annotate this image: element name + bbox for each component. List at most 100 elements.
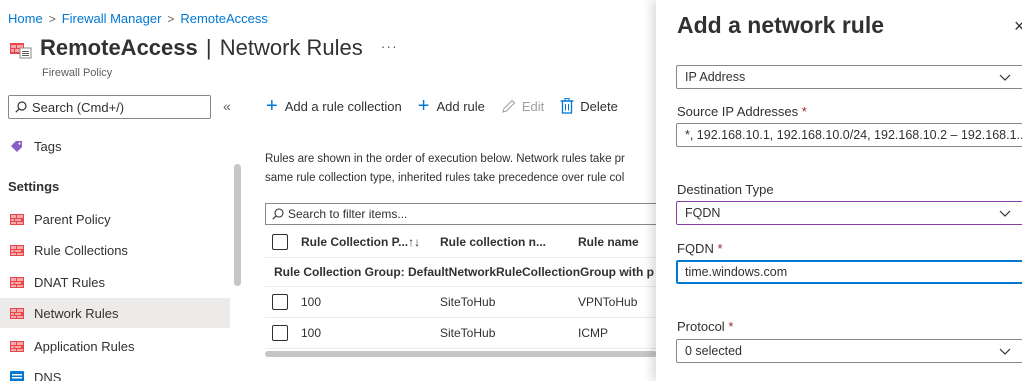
sidebar-item-label: Rule Collections [34, 242, 128, 258]
firewall-icon [10, 213, 24, 225]
plus-icon: + [417, 95, 430, 117]
column-header-priority[interactable]: Rule Collection P...↑↓ [301, 235, 420, 249]
info-line: same rule collection type, inherited rul… [265, 172, 625, 184]
table-header-row: Rule Collection P...↑↓ Rule collection n… [265, 227, 665, 258]
filter-input[interactable]: Search to filter items... [265, 203, 665, 225]
firewall-icon [10, 307, 24, 319]
breadcrumb-separator: > [48, 11, 56, 26]
panel-title: Add a network rule [677, 12, 885, 38]
close-icon[interactable]: × [1014, 16, 1022, 37]
group-header-row[interactable]: Rule Collection Group: DefaultNetworkRul… [265, 258, 665, 287]
filter-placeholder: Search to filter items... [288, 207, 408, 221]
breadcrumb-firewall-manager[interactable]: Firewall Manager [62, 11, 162, 26]
collapse-sidebar-button[interactable]: « [223, 98, 231, 114]
sidebar-item-network-rules[interactable]: Network Rules [0, 298, 230, 328]
firewall-icon [10, 340, 24, 352]
row-checkbox[interactable] [272, 325, 288, 341]
required-marker: * [801, 104, 807, 119]
trash-icon [560, 98, 574, 114]
breadcrumb-home[interactable]: Home [8, 11, 43, 26]
rules-table: Rule Collection P...↑↓ Rule collection n… [265, 227, 665, 349]
cell-rule-name: ICMP [578, 326, 608, 340]
sidebar-item-application-rules[interactable]: Application Rules [0, 331, 230, 361]
source-ip-label-text: Source IP Addresses [677, 104, 799, 119]
fqdn-value: time.windows.com [685, 265, 788, 279]
column-header-collection-name[interactable]: Rule collection n... [440, 235, 546, 249]
rules-info-text: Rules are shown in the order of executio… [265, 150, 655, 188]
breadcrumb-remote-access[interactable]: RemoteAccess [180, 11, 267, 26]
delete-label: Delete [580, 98, 618, 114]
page-header: RemoteAccess | Network Rules ··· [10, 35, 398, 61]
sidebar-item-parent-policy[interactable]: Parent Policy [0, 204, 230, 234]
protocol-label-text: Protocol [677, 319, 725, 334]
cell-collection-name: SiteToHub [440, 295, 496, 309]
command-bar: + Add a rule collection + Add rule Edit … [266, 95, 634, 117]
search-icon [15, 101, 27, 113]
add-network-rule-panel: Add a network rule × IP Address Source I… [656, 0, 1022, 381]
more-options-button[interactable]: ··· [381, 38, 398, 54]
sidebar-item-dnat-rules[interactable]: DNAT Rules [0, 267, 230, 297]
cell-priority: 100 [301, 295, 322, 309]
firewall-icon [10, 276, 24, 288]
source-ip-value: *, 192.168.10.1, 192.168.10.0/24, 192.16… [685, 128, 1022, 142]
add-rule-collection-label: Add a rule collection [284, 98, 402, 114]
sidebar-search-input[interactable]: Search (Cmd+/) [8, 95, 211, 119]
row-checkbox[interactable] [272, 294, 288, 310]
sidebar-item-label: Tags [34, 138, 62, 154]
table-row[interactable]: 100 SiteToHub ICMP [265, 318, 665, 349]
sidebar-scrollbar[interactable] [234, 164, 241, 286]
page-subtitle: Firewall Policy [42, 67, 113, 79]
page-title-separator: | [205, 35, 212, 60]
required-marker: * [728, 319, 734, 334]
chevron-down-icon [999, 74, 1011, 81]
protocol-label: Protocol * [677, 319, 733, 334]
info-line: Rules are shown in the order of executio… [265, 153, 625, 165]
select-all-checkbox[interactable] [272, 234, 288, 250]
add-rule-label: Add rule [436, 98, 485, 114]
table-horizontal-scrollbar[interactable] [265, 351, 657, 357]
add-rule-button[interactable]: + Add rule [417, 95, 485, 117]
source-type-value: IP Address [685, 70, 746, 84]
delete-button[interactable]: Delete [560, 98, 618, 114]
source-type-dropdown[interactable]: IP Address [676, 65, 1022, 89]
sidebar-item-label: Parent Policy [34, 211, 111, 227]
source-ip-label: Source IP Addresses * [677, 104, 807, 119]
fqdn-label: FQDN * [677, 241, 723, 256]
sidebar-item-label: Network Rules [34, 305, 119, 321]
destination-type-dropdown[interactable]: FQDN [676, 201, 1022, 225]
destination-type-label: Destination Type [677, 182, 774, 197]
destination-type-value: FQDN [685, 206, 721, 220]
page-title-resource: RemoteAccess [40, 35, 198, 60]
settings-heading: Settings [8, 179, 60, 194]
pencil-icon [502, 99, 516, 113]
fqdn-input[interactable]: time.windows.com [676, 260, 1022, 284]
breadcrumb-separator: > [167, 11, 175, 26]
chevron-down-icon [999, 348, 1011, 355]
add-rule-collection-button[interactable]: + Add a rule collection [266, 96, 402, 116]
page-title-section: Network Rules [219, 35, 363, 60]
protocol-value: 0 selected [685, 344, 742, 358]
protocol-dropdown[interactable]: 0 selected [676, 339, 1022, 363]
table-row[interactable]: 100 SiteToHub VPNToHub [265, 287, 665, 318]
edit-button[interactable]: Edit [501, 99, 544, 114]
sidebar-item-rule-collections[interactable]: Rule Collections [0, 235, 230, 265]
edit-label: Edit [521, 98, 545, 114]
sidebar-item-tags[interactable]: Tags [0, 131, 230, 161]
firewall-policy-icon [10, 41, 32, 59]
chevron-down-icon [999, 210, 1011, 217]
required-marker: * [717, 241, 723, 256]
sidebar-item-label: DNS [34, 369, 62, 381]
breadcrumb: Home > Firewall Manager > RemoteAccess [8, 11, 268, 26]
fqdn-label-text: FQDN [677, 241, 714, 256]
cell-collection-name: SiteToHub [440, 326, 496, 340]
sidebar-item-label: Application Rules [34, 338, 135, 354]
column-header-rule-name[interactable]: Rule name [578, 235, 639, 249]
dns-icon [10, 371, 24, 381]
sidebar-item-dns[interactable]: DNS [0, 362, 230, 381]
source-ip-input[interactable]: *, 192.168.10.1, 192.168.10.0/24, 192.16… [676, 123, 1022, 147]
cell-rule-name: VPNToHub [578, 295, 638, 309]
firewall-icon [10, 244, 24, 256]
sidebar-search-placeholder: Search (Cmd+/) [32, 99, 125, 115]
sidebar-item-label: DNAT Rules [34, 274, 106, 290]
search-icon [272, 208, 284, 220]
